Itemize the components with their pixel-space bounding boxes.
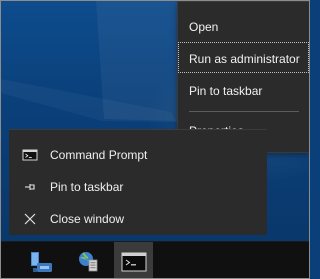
control-panel-icon [78, 251, 97, 271]
jump-list-item-close-window[interactable]: Close window [9, 207, 267, 231]
menu-divider [189, 111, 299, 112]
taskbar [1, 241, 309, 278]
pin-icon [25, 184, 35, 190]
jump-list-item-pin-to-taskbar[interactable]: Pin to taskbar [9, 175, 267, 199]
command-prompt-icon [22, 149, 38, 161]
jump-list-label: Pin to taskbar [50, 180, 124, 194]
taskbar-jump-list: Command Prompt Pin to taskbar Close wind… [9, 129, 267, 235]
jump-list-label: Command Prompt [50, 148, 148, 162]
menu-item-open[interactable]: Open [178, 19, 309, 35]
file-explorer-icon [30, 251, 52, 272]
taskbar-button-control-panel[interactable] [68, 242, 107, 278]
close-icon [24, 213, 36, 225]
taskbar-button-file-explorer[interactable] [22, 242, 61, 278]
menu-item-pin-to-taskbar[interactable]: Pin to taskbar [178, 83, 309, 99]
menu-item-run-as-administrator[interactable]: Run as administrator [178, 51, 309, 73]
command-prompt-taskbar-icon [121, 252, 146, 271]
jump-list-label: Close window [50, 212, 125, 226]
taskbar-button-command-prompt[interactable] [114, 242, 153, 278]
jump-list-item-command-prompt[interactable]: Command Prompt [9, 143, 267, 167]
desktop: Open Run as administrator Pin to taskbar… [0, 0, 310, 279]
